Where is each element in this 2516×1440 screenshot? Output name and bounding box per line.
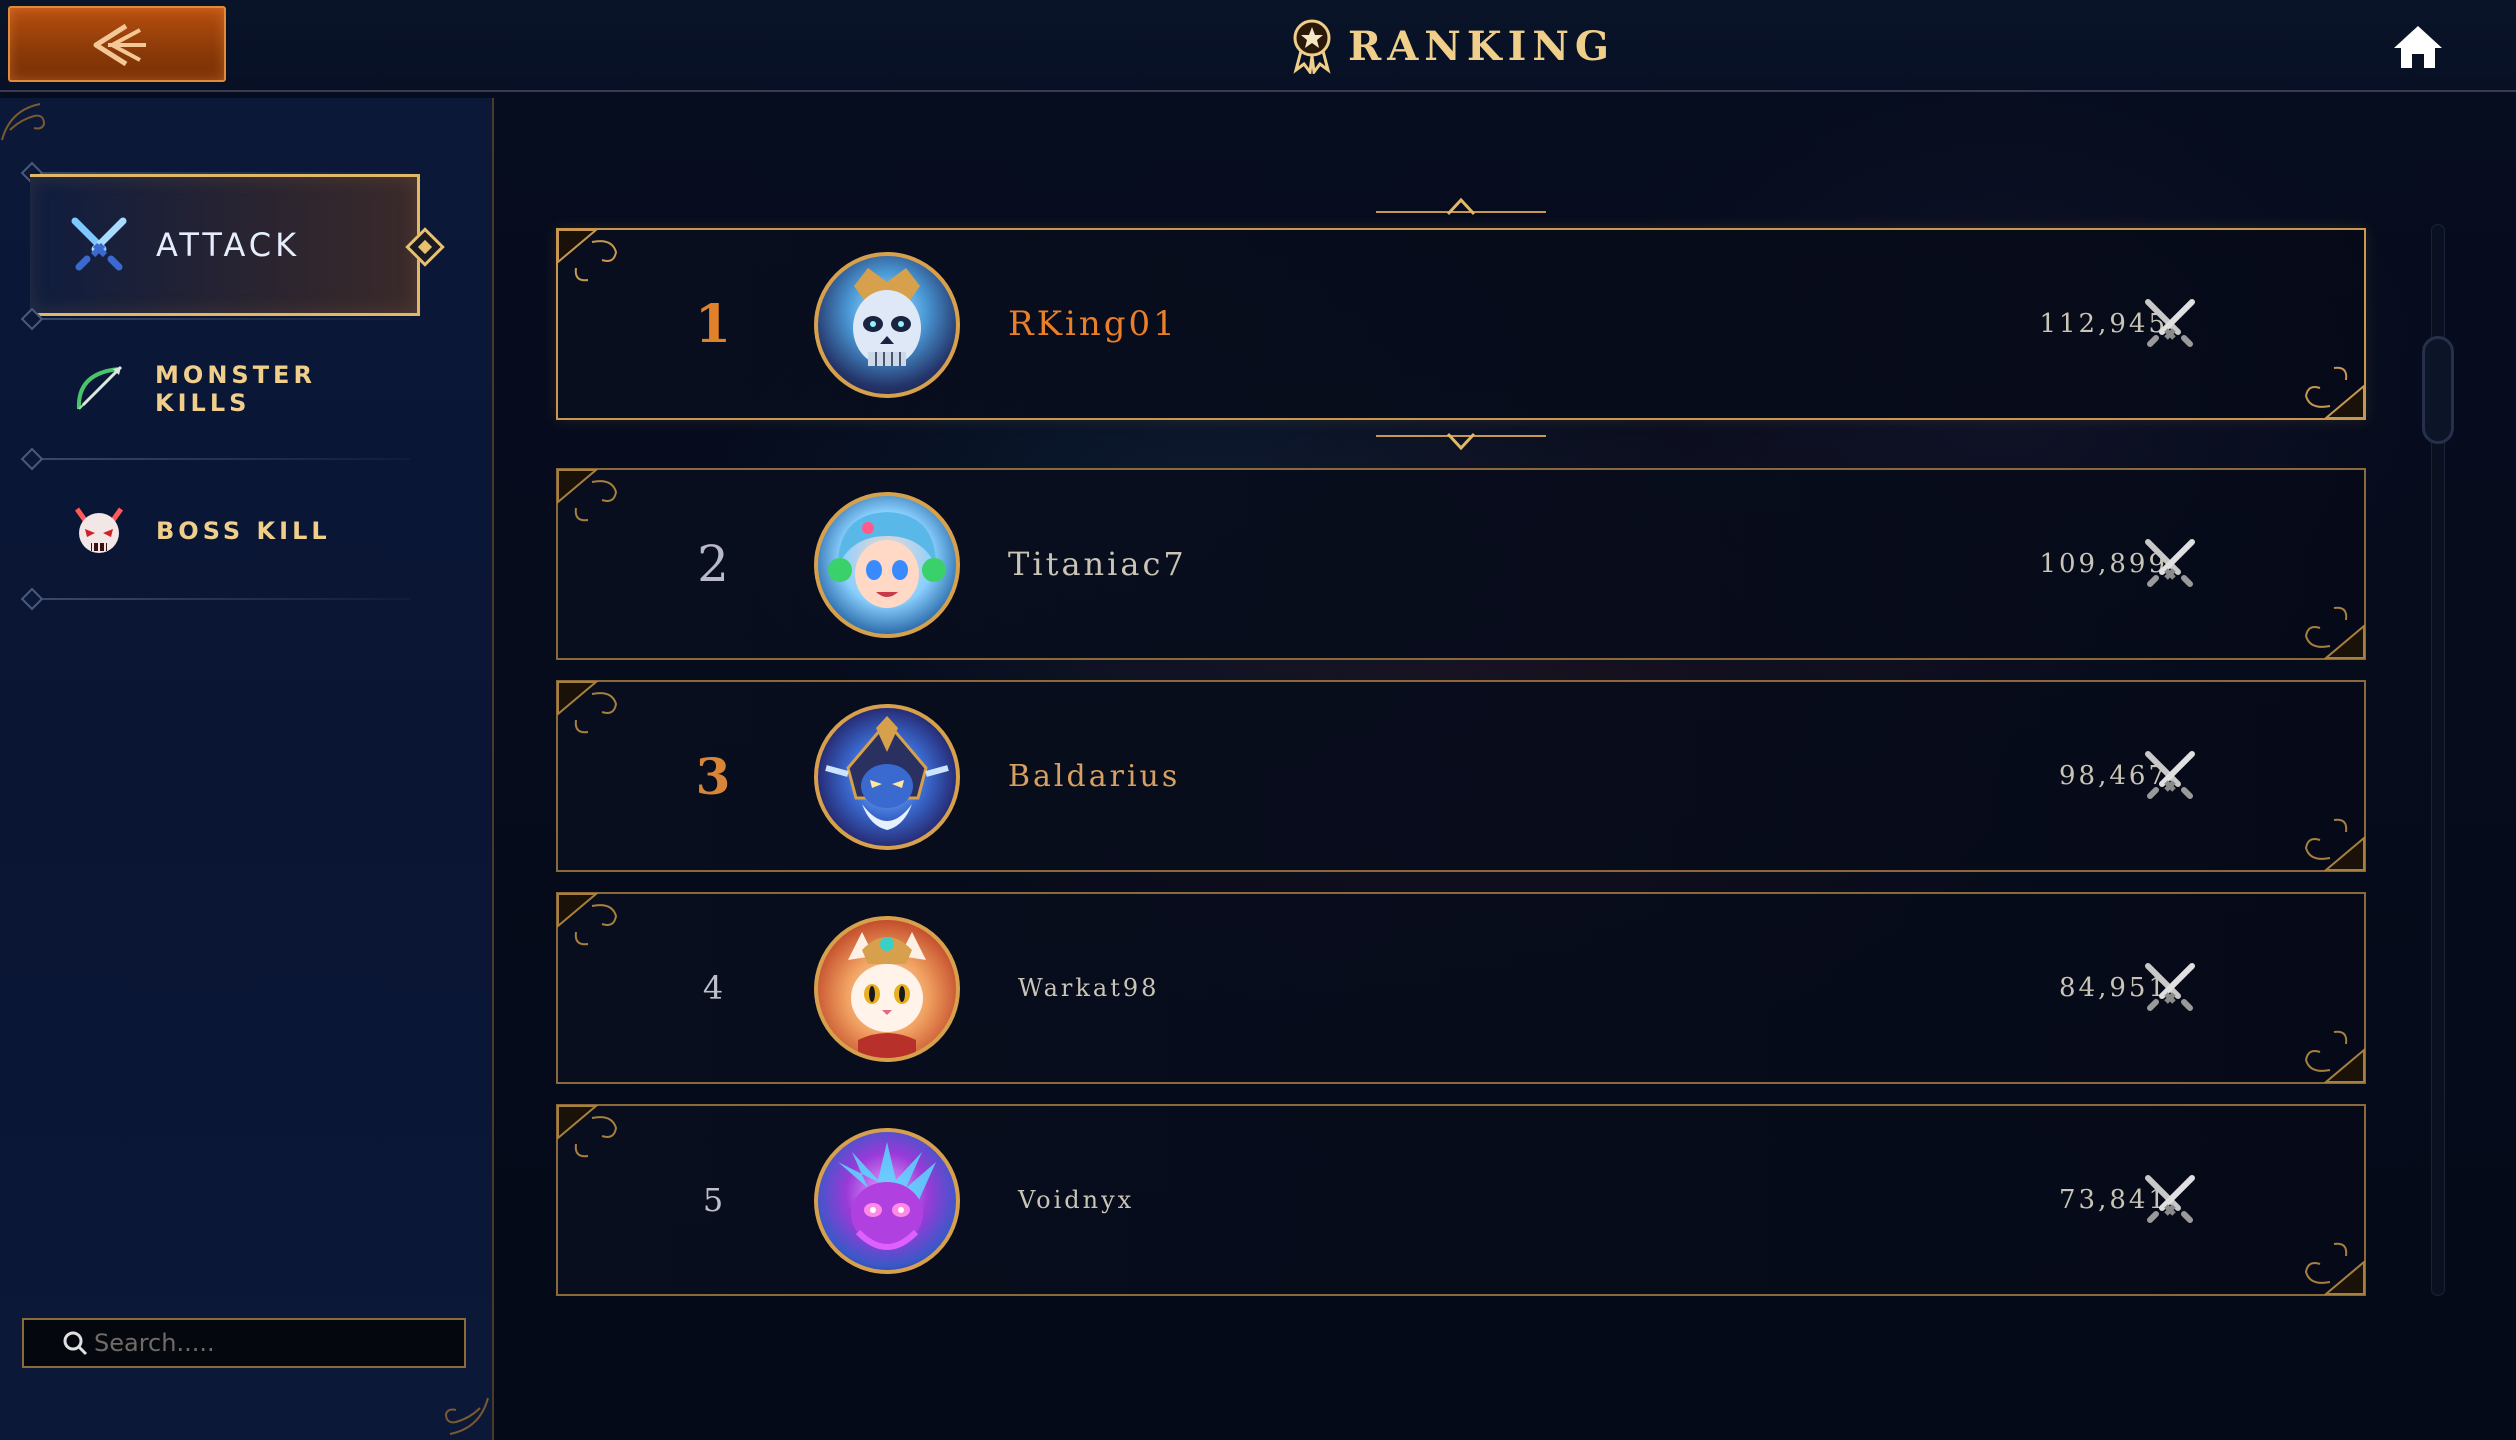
search-icon — [63, 1331, 88, 1356]
home-button[interactable] — [2390, 22, 2446, 72]
corner-flourish-icon — [2304, 818, 2365, 871]
avatar[interactable] — [814, 1128, 960, 1274]
rank-number: 2 — [658, 470, 768, 658]
scroll-up-ornament-icon — [1376, 197, 1546, 216]
corner-flourish-icon — [557, 229, 618, 282]
player-name-text: Warkat98 — [1018, 974, 1160, 1002]
rank-text: 2 — [697, 535, 729, 593]
player-name: Titaniac7 — [1008, 470, 1187, 658]
page-title: RANKING — [1348, 22, 1616, 70]
sidebar-item-label: ATTACK — [156, 226, 301, 264]
corner-flourish-icon — [1, 103, 46, 141]
corner-flourish-icon — [557, 1105, 618, 1158]
search-box[interactable] — [22, 1318, 466, 1368]
sidebar-divider — [30, 598, 410, 600]
girl-portrait-icon — [828, 512, 946, 608]
rank-text: 5 — [702, 1181, 724, 1219]
corner-flourish-icon — [557, 469, 618, 522]
ranking-badge-icon — [1293, 19, 1331, 74]
rank-text: 3 — [695, 746, 731, 806]
score: 109,899 — [1938, 470, 2168, 658]
score: 98,467 — [1938, 682, 2168, 870]
player-name: RKing01 — [1008, 230, 1178, 418]
ranking-row[interactable]: 1 RKing01 112,945 — [556, 228, 2366, 420]
sidebar-item-label: BOSS KILL — [156, 517, 331, 545]
ranking-row[interactable]: 3 Baldarius 98,467 — [556, 680, 2366, 872]
sidebar: ATTACK MONSTER KILLS BOSS KILL — [0, 98, 494, 1440]
crossed-swords-icon — [2145, 963, 2195, 1011]
corner-flourish-icon — [557, 893, 618, 946]
demon-skull-icon — [64, 496, 134, 566]
score: 73,841 — [1938, 1106, 2168, 1294]
corner-flourish-icon — [444, 1397, 489, 1435]
page-title-wrap: RANKING — [1290, 16, 1615, 76]
skull-portrait-icon — [853, 268, 921, 366]
crossed-swords-icon — [2145, 751, 2195, 799]
ranking-row[interactable]: 4 Warkat98 84,951 — [556, 892, 2366, 1084]
corner-flourish-icon — [2304, 1030, 2365, 1083]
player-name-text: Baldarius — [1008, 758, 1181, 794]
rank-text: 4 — [702, 969, 724, 1007]
crossed-swords-icon — [2145, 539, 2195, 587]
corner-flourish-icon — [2304, 366, 2365, 419]
player-name-text: Titaniac7 — [1008, 545, 1187, 583]
warrior-portrait-icon — [825, 716, 949, 830]
corner-flourish-icon — [2304, 1242, 2365, 1295]
player-name-text: Voidnyx — [1018, 1186, 1135, 1214]
rank-number: 3 — [658, 682, 768, 870]
rank-number: 4 — [658, 894, 768, 1082]
crossed-swords-icon — [64, 210, 134, 280]
avatar[interactable] — [814, 916, 960, 1062]
avatar[interactable] — [814, 704, 960, 850]
crossed-swords-icon — [2145, 1175, 2195, 1223]
bow-icon — [64, 354, 133, 424]
sidebar-item-monster-kills[interactable]: MONSTER KILLS — [30, 318, 420, 460]
corner-flourish-icon — [2304, 606, 2365, 659]
cat-portrait-icon — [848, 932, 926, 1058]
sidebar-item-attack[interactable]: ATTACK — [30, 174, 445, 316]
corner-flourish-icon — [557, 681, 618, 734]
ranking-row[interactable]: 5 Voidnyx 73,841 — [556, 1104, 2366, 1296]
rank-number: 5 — [658, 1106, 768, 1294]
sidebar-item-boss-kill[interactable]: BOSS KILL — [30, 460, 420, 602]
scrollbar-thumb[interactable] — [2422, 336, 2454, 444]
top-bar: RANKING — [0, 0, 2516, 92]
rank-number: 1 — [658, 230, 768, 418]
player-name: Warkat98 — [1018, 894, 1159, 1082]
back-arrow-icon — [93, 23, 146, 67]
sidebar-item-label: MONSTER KILLS — [155, 361, 316, 417]
avatar[interactable] — [814, 252, 960, 398]
search-input[interactable] — [94, 1323, 454, 1363]
active-indicator-icon — [405, 227, 445, 267]
void-creature-portrait-icon — [838, 1142, 936, 1250]
player-name: Voidnyx — [1018, 1106, 1134, 1294]
player-name: Baldarius — [1008, 682, 1180, 870]
score: 84,951 — [1938, 894, 2168, 1082]
home-icon — [2394, 26, 2442, 68]
player-name-text: RKing01 — [1008, 304, 1178, 344]
scroll-down-ornament-icon — [1376, 432, 1546, 451]
back-button[interactable] — [8, 6, 226, 82]
rank-text: 1 — [694, 293, 732, 355]
crossed-swords-icon — [2145, 299, 2195, 347]
score: 112,945 — [1938, 230, 2168, 418]
ranking-row[interactable]: 2 Titaniac7 109,899 — [556, 468, 2366, 660]
avatar[interactable] — [814, 492, 960, 638]
